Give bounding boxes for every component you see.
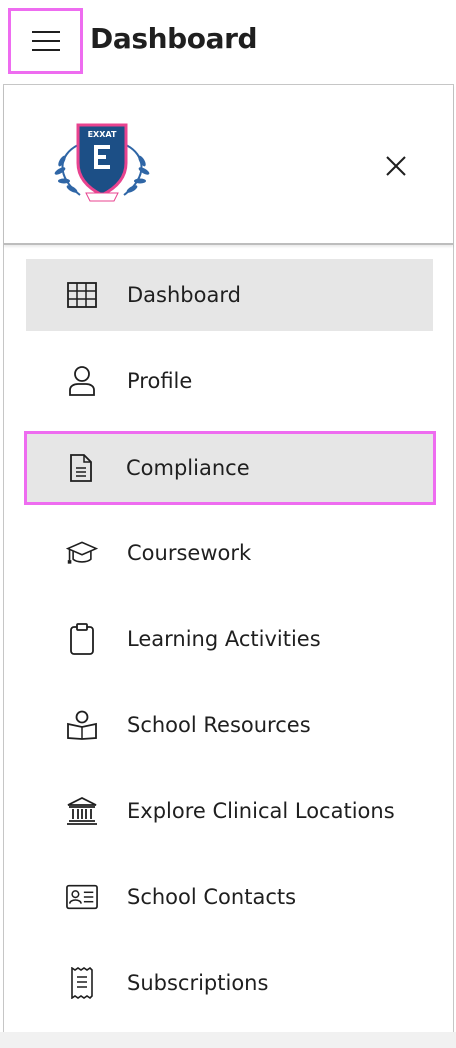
nav-item-label: Profile — [127, 369, 193, 393]
nav-item-label: Dashboard — [127, 283, 241, 307]
contact-card-icon — [66, 881, 98, 913]
document-icon — [65, 452, 97, 484]
grid-icon — [66, 279, 98, 311]
menu-button[interactable] — [8, 8, 83, 74]
nav-item-label: School Resources — [127, 713, 311, 737]
nav-item-subscriptions[interactable]: Subscriptions — [26, 947, 433, 1019]
svg-text:EXXAT: EXXAT — [88, 130, 117, 139]
nav-item-label: Coursework — [127, 541, 252, 565]
bottom-edge — [0, 1032, 456, 1048]
nav-item-school-contacts[interactable]: School Contacts — [26, 861, 433, 933]
school-crest-logo: EXXAT — [48, 115, 156, 209]
nav-item-school-resources[interactable]: School Resources — [26, 689, 433, 761]
top-bar: Dashboard — [0, 0, 456, 84]
nav-item-label: Learning Activities — [127, 627, 321, 651]
nav-item-dashboard[interactable]: Dashboard — [26, 259, 433, 331]
nav-item-profile[interactable]: Profile — [26, 345, 433, 417]
nav-item-coursework[interactable]: Coursework — [26, 517, 433, 589]
nav-item-compliance[interactable]: Compliance — [24, 431, 436, 505]
nav-item-label: School Contacts — [127, 885, 297, 909]
nav-item-explore-clinical-locations[interactable]: Explore Clinical Locations — [26, 775, 433, 847]
nav-item-label: Subscriptions — [127, 971, 269, 995]
clipboard-icon — [66, 623, 98, 655]
close-button[interactable] — [381, 151, 411, 181]
receipt-icon — [66, 967, 98, 999]
reading-person-icon — [66, 709, 98, 741]
page-title: Dashboard — [90, 22, 258, 55]
person-icon — [66, 365, 98, 397]
nav-item-label: Explore Clinical Locations — [127, 799, 395, 823]
nav-item-learning-activities[interactable]: Learning Activities — [26, 603, 433, 675]
nav-item-label: Compliance — [126, 456, 250, 480]
page: Dashboard EXXAT Dashboard Profile Compli… — [0, 0, 456, 1048]
close-icon — [386, 156, 406, 176]
graduation-cap-icon — [66, 537, 98, 569]
hamburger-menu-icon — [31, 31, 60, 51]
institution-icon — [66, 795, 98, 827]
drawer-header: EXXAT — [4, 85, 453, 245]
navigation-drawer: EXXAT Dashboard Profile Compliance Cours… — [3, 84, 454, 1032]
